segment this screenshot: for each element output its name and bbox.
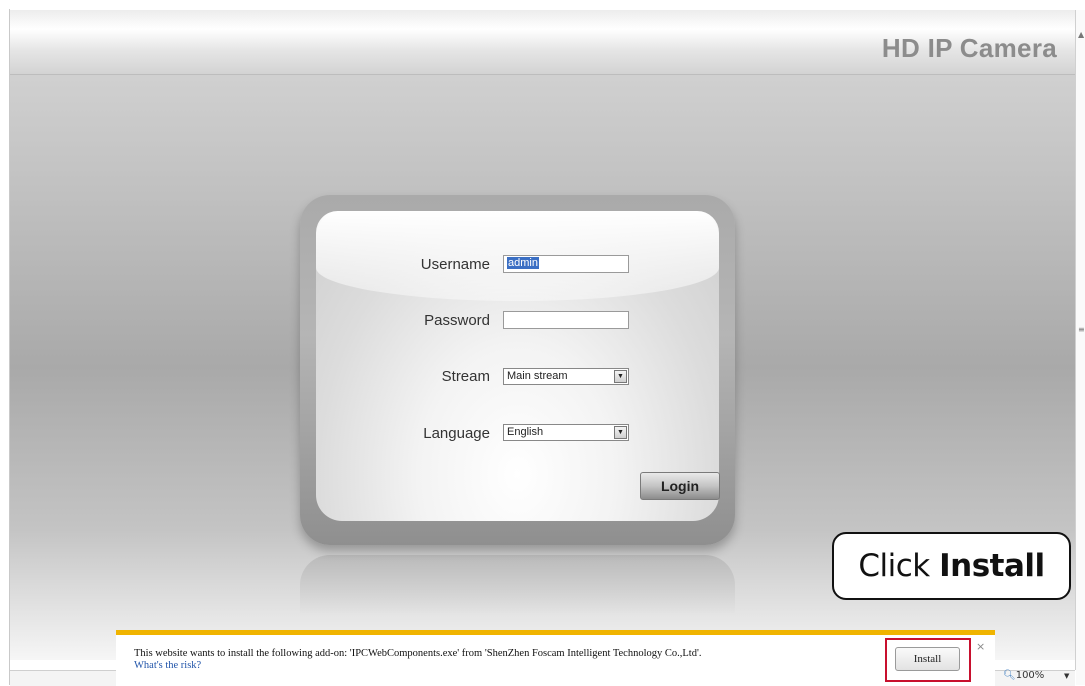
language-label: Language [423,425,490,442]
stream-selected-value: Main stream [507,370,568,382]
language-select[interactable]: English ▼ [503,424,629,441]
callout-emphasis: Install [939,548,1045,584]
language-selected-value: English [507,426,544,438]
password-field[interactable] [503,311,629,329]
vertical-scrollbar[interactable] [1076,10,1085,685]
zoom-value: 100% [1015,670,1045,681]
username-label: Username [420,256,490,273]
chevron-down-icon[interactable]: ▼ [614,426,627,439]
addon-infobar [116,635,995,685]
install-highlight-box [885,638,971,682]
zoom-icon: 🔍︎ [1003,670,1016,681]
username-field[interactable]: admin [503,255,629,273]
zoom-level-control[interactable]: 🔍︎100% [1003,670,1044,681]
username-value: admin [507,257,539,269]
login-button[interactable]: Login [640,472,720,500]
instruction-callout: Click Install [832,532,1071,600]
callout-prefix: Click [858,548,940,584]
page-header: HD IP Camera [10,10,1075,75]
chevron-down-icon[interactable]: ▼ [614,370,627,383]
panel-reflection [300,555,735,615]
close-icon[interactable]: × [976,640,985,653]
stream-select[interactable]: Main stream ▼ [503,368,629,385]
stream-label: Stream [441,368,490,385]
scrollbar-grip-icon[interactable]: ≡ [1078,325,1085,334]
zoom-dropdown-icon[interactable]: ▼ [1064,672,1069,680]
status-bar-left [10,670,116,686]
scrollbar-up-arrow-icon[interactable]: ▲ [1078,30,1084,39]
password-label: Password [424,312,490,329]
infobar-message: This website wants to install the follow… [134,648,702,659]
whats-the-risk-link[interactable]: What's the risk? [134,660,201,671]
brand-title: HD IP Camera [881,33,1057,63]
browser-frame-right [1075,10,1076,670]
